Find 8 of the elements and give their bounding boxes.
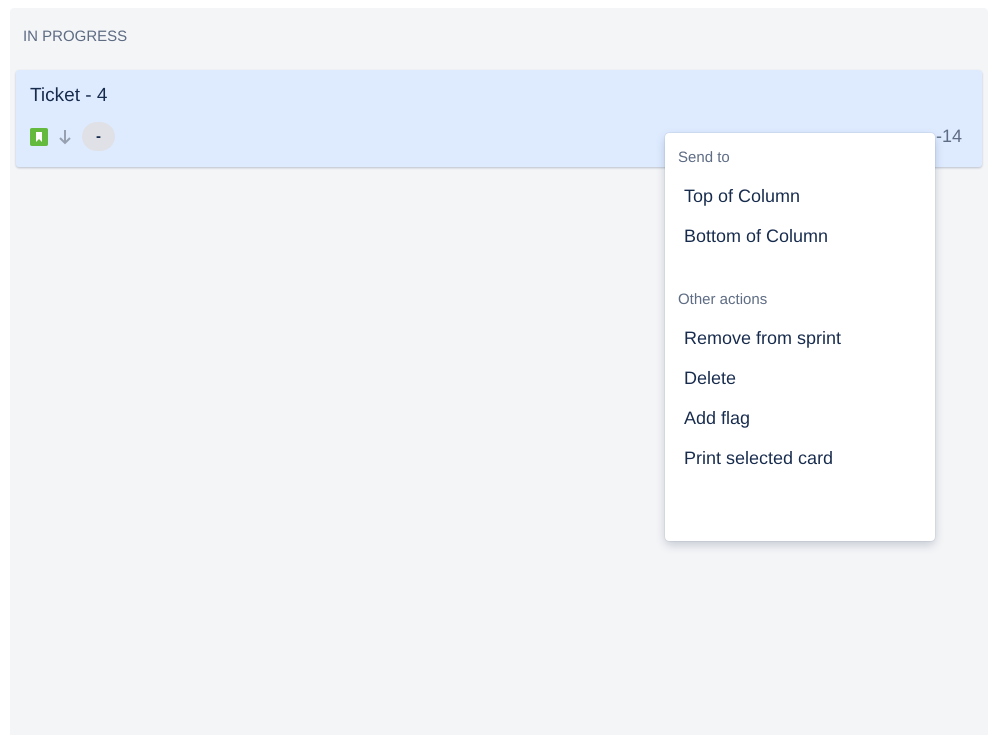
menu-heading: Send to <box>677 148 731 168</box>
issue-key: -14 <box>936 126 962 147</box>
menu-heading: Other actions <box>677 290 768 310</box>
arrow-down-icon <box>58 128 72 144</box>
issue-summary: Ticket - 4 <box>30 84 108 108</box>
column-title: IN PROGRESS <box>23 28 128 46</box>
estimate-badge: - <box>82 122 115 151</box>
bookmark-icon <box>30 128 48 146</box>
